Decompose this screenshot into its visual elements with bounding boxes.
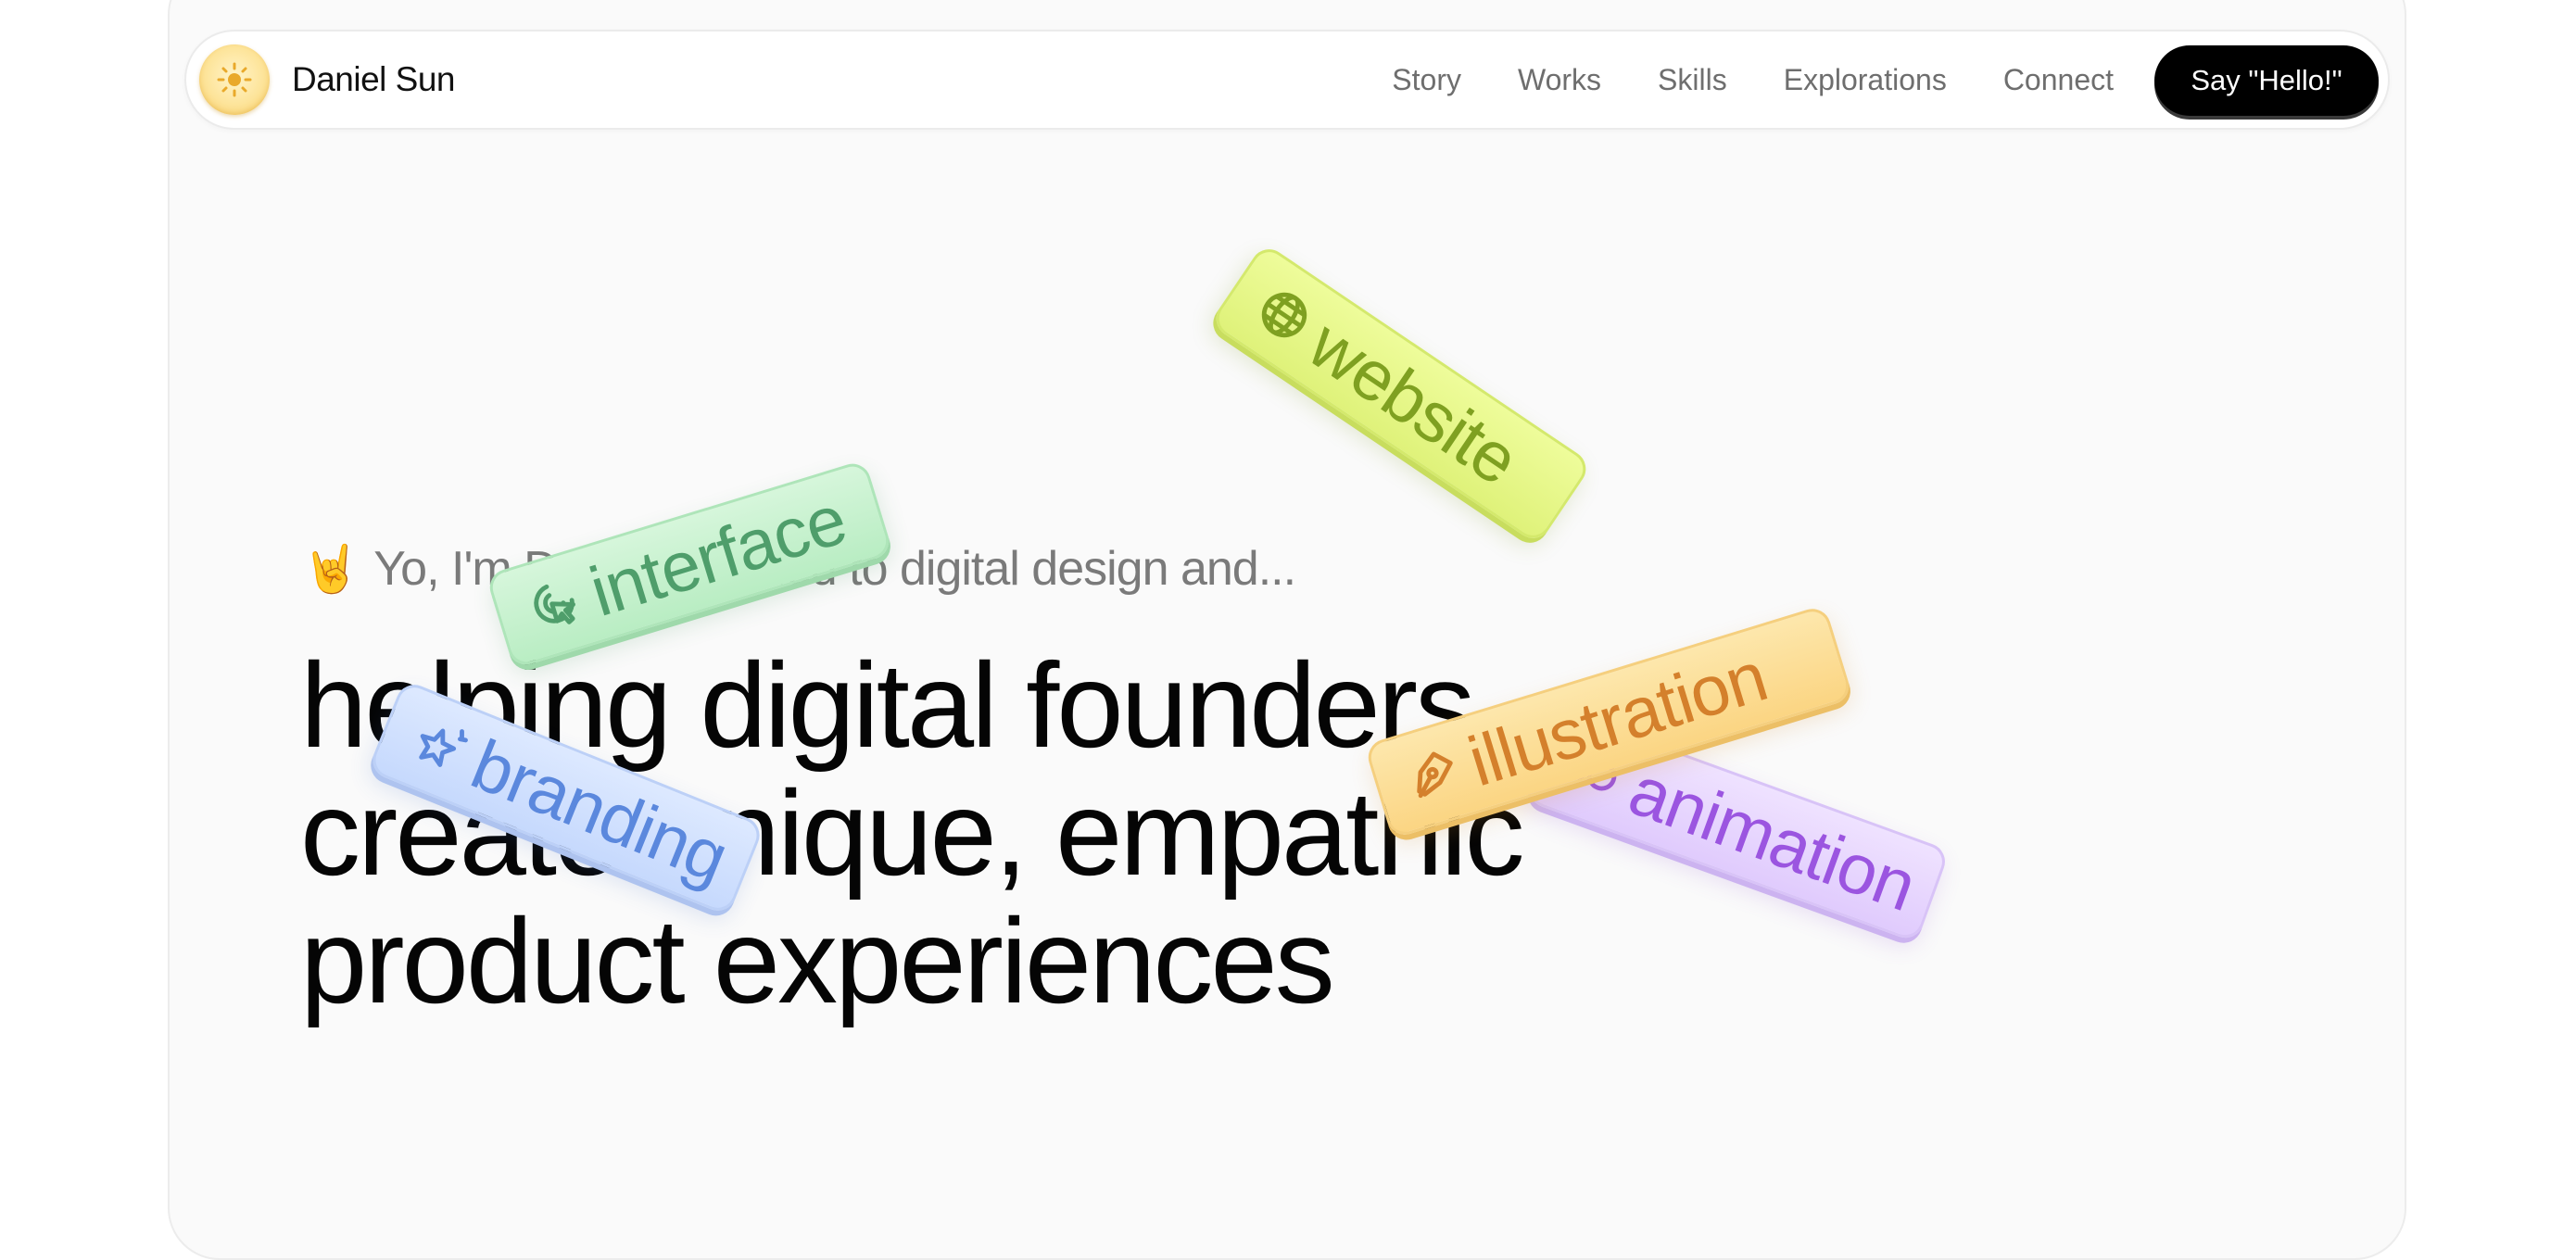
- tag-interface-label: interface: [581, 479, 855, 632]
- globe-icon: [1261, 292, 1307, 338]
- top-navbar: Daniel Sun Story Works Skills Exploratio…: [184, 30, 2390, 130]
- tag-website-label: website: [1294, 304, 1533, 500]
- nav-link-works[interactable]: Works: [1518, 63, 1601, 97]
- page-frame: Daniel Sun Story Works Skills Exploratio…: [168, 0, 2406, 1260]
- headline-line-3: product experiences: [300, 893, 1335, 1028]
- cursor-click-icon: [534, 584, 575, 624]
- nav-link-explorations[interactable]: Explorations: [1784, 63, 1947, 97]
- nav-link-skills[interactable]: Skills: [1658, 63, 1727, 97]
- say-hello-button[interactable]: Say "Hello!": [2154, 45, 2379, 116]
- sun-icon: [217, 62, 252, 97]
- nav-link-connect[interactable]: Connect: [2003, 63, 2114, 97]
- nav-links: Story Works Skills Explorations Connect: [1392, 32, 2114, 128]
- rock-hand-emoji: 🤘: [302, 542, 360, 596]
- tag-website[interactable]: website: [1208, 242, 1594, 546]
- nav-link-story[interactable]: Story: [1392, 63, 1461, 97]
- pen-nib-icon: [1417, 751, 1453, 799]
- sparkle-star-icon: [419, 728, 468, 767]
- brand-name[interactable]: Daniel Sun: [292, 59, 456, 100]
- logo-badge[interactable]: [199, 44, 270, 115]
